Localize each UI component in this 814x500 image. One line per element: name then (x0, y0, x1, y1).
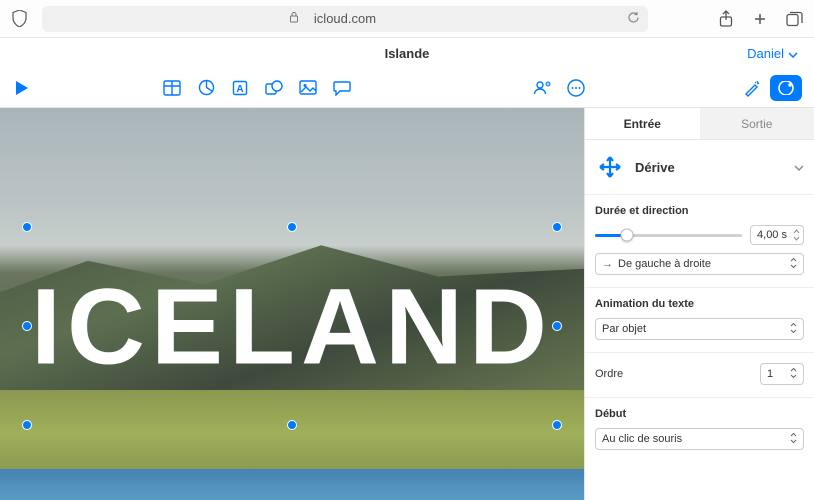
order-value: 1 (767, 368, 773, 380)
direction-select[interactable]: → De gauche à droite (595, 253, 804, 275)
animate-button[interactable] (770, 75, 802, 101)
selection-box[interactable]: ICELAND (26, 226, 558, 426)
comment-icon[interactable] (332, 78, 352, 98)
svg-text:A: A (236, 84, 243, 95)
url-text: icloud.com (314, 11, 376, 26)
resize-handle[interactable] (552, 420, 562, 430)
stepper-icon[interactable] (793, 227, 801, 243)
more-icon[interactable] (566, 78, 586, 98)
start-select[interactable]: Au clic de souris (595, 428, 804, 450)
shape-icon[interactable] (264, 78, 284, 98)
address-bar[interactable]: icloud.com (42, 6, 648, 32)
duration-field[interactable]: 4,00 s (750, 225, 804, 245)
resize-handle[interactable] (552, 321, 562, 331)
privacy-shield-icon[interactable] (10, 10, 28, 28)
resize-handle[interactable] (287, 420, 297, 430)
resize-handle[interactable] (287, 222, 297, 232)
duration-slider[interactable] (595, 234, 742, 237)
chevron-down-icon (788, 46, 798, 61)
order-label: Ordre (595, 368, 752, 380)
order-select[interactable]: 1 (760, 363, 804, 385)
slide-canvas[interactable]: ICELAND (0, 108, 584, 500)
start-section-title: Début (595, 408, 804, 420)
effect-name: Dérive (635, 160, 784, 175)
collaborate-icon[interactable] (532, 78, 552, 98)
chevron-updown-icon (790, 257, 797, 272)
tab-build-in[interactable]: Entrée (585, 108, 700, 139)
drift-effect-icon (595, 152, 625, 182)
chevron-down-icon (794, 160, 804, 174)
document-header: Islande Daniel (0, 38, 814, 68)
text-anim-select[interactable]: Par objet (595, 318, 804, 340)
resize-handle[interactable] (552, 222, 562, 232)
app-toolbar: A (0, 68, 814, 108)
animation-inspector: Entrée Sortie Dérive Durée et direction (584, 108, 814, 500)
format-brush-icon[interactable] (742, 78, 762, 98)
chevron-updown-icon (790, 322, 797, 337)
user-menu[interactable]: Daniel (747, 46, 798, 61)
resize-handle[interactable] (22, 222, 32, 232)
effect-selector[interactable]: Dérive (585, 140, 814, 195)
user-name: Daniel (747, 46, 784, 61)
duration-value: 4,00 s (757, 229, 787, 241)
text-anim-value: Par objet (602, 323, 646, 335)
chart-icon[interactable] (196, 78, 216, 98)
image-icon[interactable] (298, 78, 318, 98)
slide-title-text[interactable]: ICELAND (31, 264, 553, 389)
chevron-updown-icon (790, 432, 797, 447)
duration-section-title: Durée et direction (595, 205, 804, 217)
lock-icon (289, 11, 299, 26)
text-anim-section-title: Animation du texte (595, 298, 804, 310)
text-icon[interactable]: A (230, 78, 250, 98)
resize-handle[interactable] (22, 420, 32, 430)
arrow-right-icon: → (602, 258, 613, 270)
refresh-icon[interactable] (627, 11, 640, 27)
resize-handle[interactable] (22, 321, 32, 331)
play-icon[interactable] (12, 78, 32, 98)
start-value: Au clic de souris (602, 433, 682, 445)
direction-value: De gauche à droite (618, 258, 711, 270)
tabs-overview-icon[interactable] (784, 9, 804, 29)
tab-build-out[interactable]: Sortie (700, 108, 814, 139)
document-title: Islande (385, 46, 430, 61)
chevron-updown-icon (790, 367, 797, 382)
share-icon[interactable] (716, 9, 736, 29)
table-icon[interactable] (162, 78, 182, 98)
new-tab-icon[interactable] (750, 9, 770, 29)
browser-toolbar: icloud.com (0, 0, 814, 38)
slider-thumb[interactable] (621, 229, 634, 242)
